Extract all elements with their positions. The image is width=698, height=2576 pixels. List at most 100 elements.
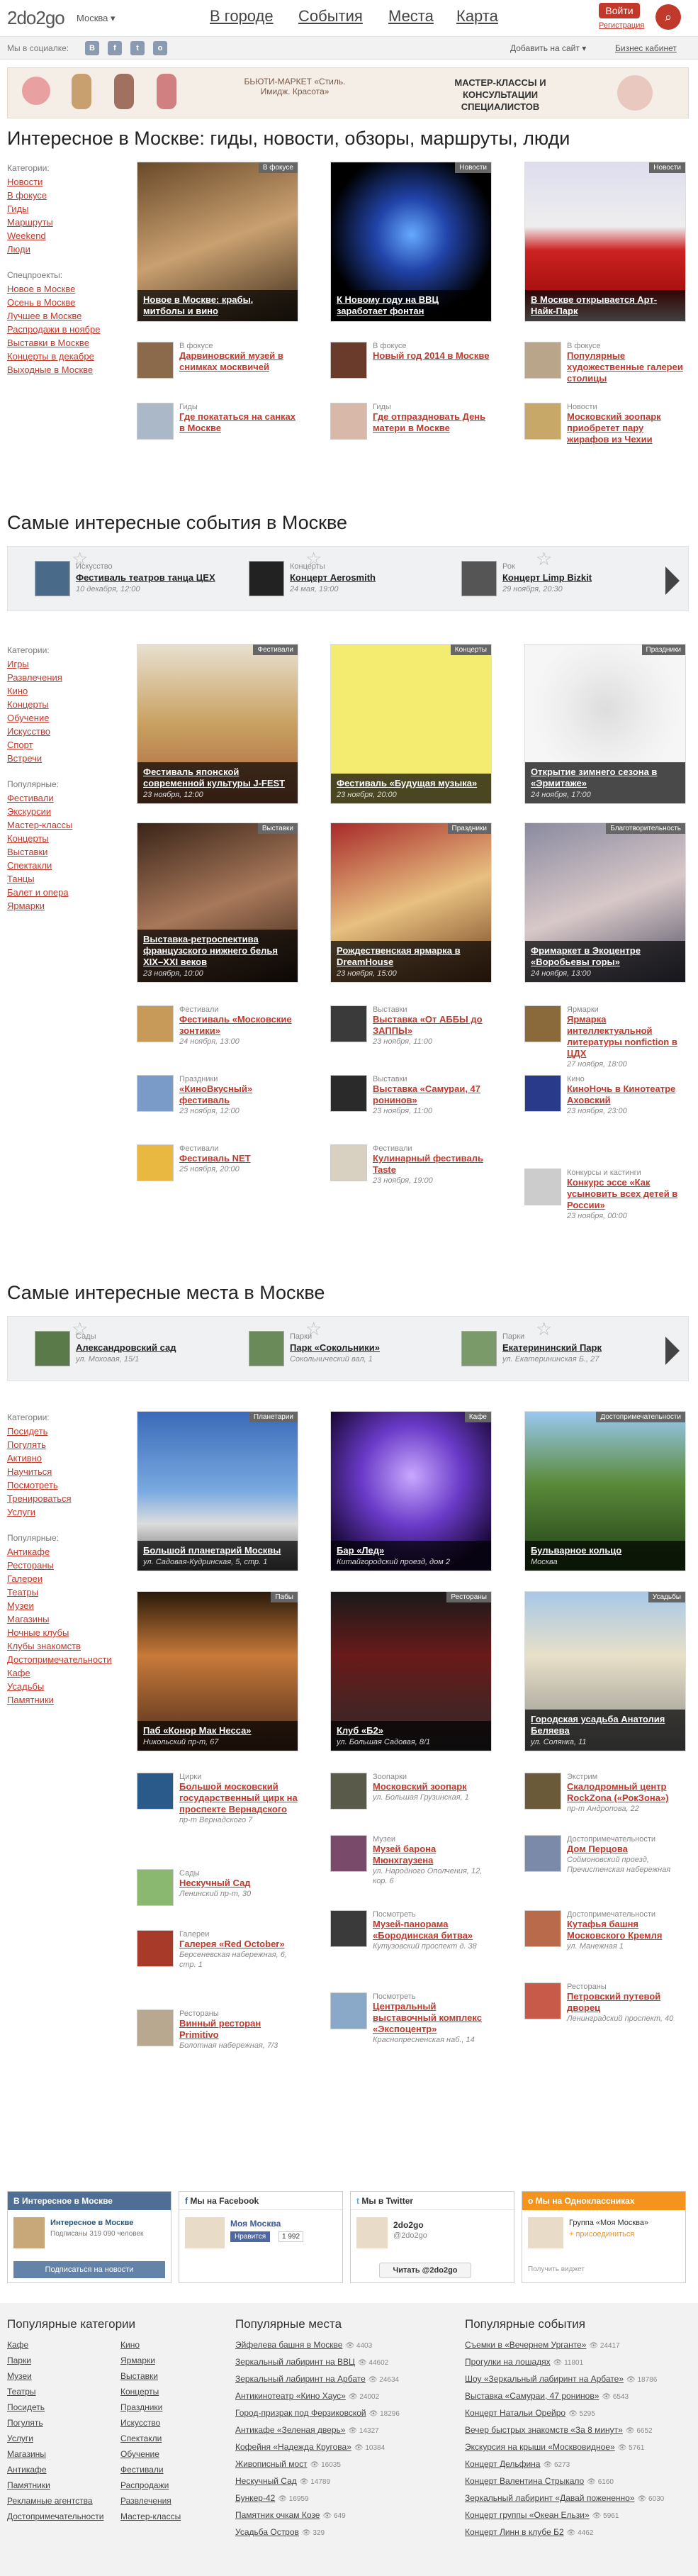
sidebar-item[interactable]: Рестораны — [7, 1560, 54, 1571]
footer-category-link[interactable]: Концерты — [120, 2387, 159, 2397]
sidebar-item[interactable]: Люди — [7, 244, 30, 255]
footer-category-link[interactable]: Музеи — [7, 2371, 32, 2381]
card-title[interactable]: Фримаркет в Экоцентре «Воробьевы горы» — [531, 945, 681, 968]
sidebar-item[interactable]: Услуги — [7, 1507, 35, 1517]
sidebar-item[interactable]: Памятники — [7, 1695, 54, 1705]
sidebar-item[interactable]: Кино — [7, 686, 28, 696]
footer-event-link[interactable]: Концерт Валентина Стрыкало — [465, 2476, 584, 2486]
card-title[interactable]: Фестиваль японской современной культуры … — [143, 766, 293, 789]
footer-category-link[interactable]: Праздники — [120, 2402, 162, 2412]
item-title[interactable]: Московский зоопарк — [373, 1781, 492, 1792]
sidebar-item[interactable]: Искусство — [7, 726, 50, 737]
footer-event-link[interactable]: Съемки в «Вечернем Урганте» — [465, 2340, 586, 2350]
card-title[interactable]: Бульварное кольцо — [531, 1545, 681, 1556]
footer-event-link[interactable]: Вечер быстрых знакомств «За 8 минут» — [465, 2425, 623, 2435]
sidebar-item[interactable]: Лучшее в Москве — [7, 311, 81, 321]
event-card[interactable]: Фестивали Фестиваль японской современной … — [137, 644, 298, 804]
footer-place-link[interactable]: Антикафе «Зеленая дверь» — [235, 2425, 345, 2435]
sidebar-item[interactable]: Музеи — [7, 1600, 34, 1611]
widget-group-name[interactable]: Интересное в Москве — [50, 2219, 133, 2227]
nav-map[interactable]: Карта — [456, 7, 498, 26]
item-title[interactable]: Екатерининский Парк — [502, 1342, 602, 1353]
footer-category-link[interactable]: Кино — [120, 2340, 140, 2350]
sidebar-item[interactable]: Театры — [7, 1587, 38, 1598]
footer-category-link[interactable]: Памятники — [7, 2480, 50, 2490]
place-card[interactable]: Планетарии Большой планетарий Москвы ул. С… — [137, 1411, 298, 1571]
vk-subscribe-button[interactable]: Подписаться на новости — [13, 2261, 165, 2278]
card-title[interactable]: Паб «Конор Мак Несса» — [143, 1725, 293, 1736]
nav-places[interactable]: Места — [388, 7, 434, 26]
sidebar-item[interactable]: Маршруты — [7, 217, 53, 228]
sidebar-item[interactable]: Тренироваться — [7, 1493, 72, 1504]
sidebar-item[interactable]: Научиться — [7, 1466, 52, 1477]
facebook-icon[interactable]: f — [108, 41, 122, 55]
sidebar-item[interactable]: Выставки — [7, 847, 47, 857]
footer-place-link[interactable]: Эйфелева башня в Москве — [235, 2340, 342, 2350]
sidebar-item[interactable]: Галереи — [7, 1573, 43, 1584]
footer-event-link[interactable]: Зеркальный лабиринт «Давай пожененно» — [465, 2493, 634, 2503]
sidebar-item[interactable]: Посидеть — [7, 1426, 47, 1437]
sidebar-item[interactable]: Танцы — [7, 874, 35, 884]
nav-in-city[interactable]: В городе — [210, 7, 274, 26]
item-title[interactable]: «КиноВкусный» фестиваль — [179, 1083, 298, 1106]
footer-place-link[interactable]: Усадьба Остров — [235, 2527, 299, 2537]
footer-category-link[interactable]: Мастер-классы — [120, 2511, 181, 2521]
item-title[interactable]: Ярмарка интеллектуальной литературы nonf… — [567, 1014, 686, 1059]
sidebar-item[interactable]: Клубы знакомств — [7, 1641, 81, 1651]
item-title[interactable]: Музей-панорама «Бородинская битва» — [373, 1919, 492, 1941]
twitter-icon[interactable]: t — [130, 41, 145, 55]
footer-event-link[interactable]: Концерт Натальи Орейро — [465, 2408, 565, 2418]
card-title[interactable]: К Новому году на ВВЦ заработает фонтан — [337, 294, 487, 317]
footer-category-link[interactable]: Фестивали — [120, 2465, 164, 2475]
login-button[interactable]: Войти — [599, 3, 640, 18]
carousel-item[interactable]: Искусство Фестиваль театров танца ЦЕХ 10 д… — [35, 561, 226, 603]
carousel-item[interactable]: Концерты Концерт Aerosmith 24 мая, 19:00 — [249, 561, 440, 603]
feature-card[interactable]: Новости К Новому году на ВВЦ заработает … — [330, 162, 492, 322]
sidebar-item[interactable]: Антикафе — [7, 1546, 50, 1557]
item-title[interactable]: Концерт Aerosmith — [290, 572, 376, 583]
item-title[interactable]: Где отпраздновать День матери в Москве — [373, 411, 492, 434]
sidebar-item[interactable]: Ночные клубы — [7, 1627, 69, 1638]
footer-place-link[interactable]: Памятник очкам Козе — [235, 2510, 320, 2520]
footer-place-link[interactable]: Бункер-42 — [235, 2493, 275, 2503]
register-link[interactable]: Регистрация — [599, 21, 644, 30]
sidebar-item[interactable]: Погулять — [7, 1439, 46, 1450]
footer-category-link[interactable]: Достопримечательности — [7, 2511, 103, 2521]
item-title[interactable]: Центральный выставочный комплекс «Экспоц… — [373, 2001, 492, 2035]
item-title[interactable]: Галерея «Red October» — [179, 1939, 298, 1950]
card-title[interactable]: Городская усадьба Анатолия Беляева — [531, 1714, 681, 1736]
sidebar-item[interactable]: Гиды — [7, 203, 29, 214]
item-title[interactable]: КиноНочь в Кинотеатре Аховский — [567, 1083, 686, 1106]
card-title[interactable]: Открытие зимнего сезона в «Эрмитаже» — [531, 766, 681, 789]
item-title[interactable]: Выставка «От АББЫ до ЗАППЫ» — [373, 1014, 492, 1037]
place-card[interactable]: Рестораны Клуб «Б2» ул. Большая Садовая, 8… — [330, 1591, 492, 1751]
item-title[interactable]: Музей барона Мюнхгаузена — [373, 1844, 492, 1866]
footer-event-link[interactable]: Шоу «Зеркальный лабиринт на Арбате» — [465, 2374, 624, 2384]
footer-place-link[interactable]: Нескучный Сад — [235, 2476, 297, 2486]
event-card[interactable]: Праздники Открытие зимнего сезона в «Эрми… — [524, 644, 686, 804]
sidebar-item[interactable]: Балет и опера — [7, 887, 69, 898]
sidebar-item[interactable]: Магазины — [7, 1614, 50, 1624]
ad-banner[interactable]: БЬЮТИ-МАРКЕТ «Стиль. Имидж. Красота» МАС… — [7, 67, 689, 118]
sidebar-item[interactable]: Активно — [7, 1453, 42, 1463]
item-title[interactable]: Дарвиновский музей в снимках москвичей — [179, 350, 298, 373]
sidebar-item[interactable]: Концерты — [7, 699, 49, 710]
card-title[interactable]: Рождественская ярмарка в DreamHouse — [337, 945, 487, 968]
item-title[interactable]: Кулинарный фестиваль Taste — [373, 1153, 492, 1176]
item-title[interactable]: Александровский сад — [76, 1342, 176, 1353]
add-to-site-link[interactable]: Добавить на сайт ▾ — [510, 43, 586, 53]
footer-category-link[interactable]: Кафе — [7, 2340, 28, 2350]
card-title[interactable]: Клуб «Б2» — [337, 1725, 487, 1736]
item-title[interactable]: Петровский путевой дворец — [567, 1991, 686, 2014]
footer-category-link[interactable]: Развлечения — [120, 2496, 171, 2506]
footer-category-link[interactable]: Посидеть — [7, 2402, 45, 2412]
twitter-follow-button[interactable]: Читать @2do2go — [379, 2263, 471, 2278]
place-card[interactable]: Достопримечательности Бульварное кольцо Мо… — [524, 1411, 686, 1571]
facebook-like-button[interactable]: Нравится — [230, 2231, 271, 2242]
footer-place-link[interactable]: Кофейня «Надежда Кругова» — [235, 2442, 351, 2452]
sidebar-item[interactable]: Осень в Москве — [7, 297, 75, 308]
search-icon[interactable]: ⌕ — [655, 4, 681, 30]
footer-category-link[interactable]: Театры — [7, 2387, 36, 2397]
event-card[interactable]: Благотворительность Фримаркет в Экоцентре… — [524, 823, 686, 983]
item-title[interactable]: Нескучный Сад — [179, 1878, 298, 1889]
